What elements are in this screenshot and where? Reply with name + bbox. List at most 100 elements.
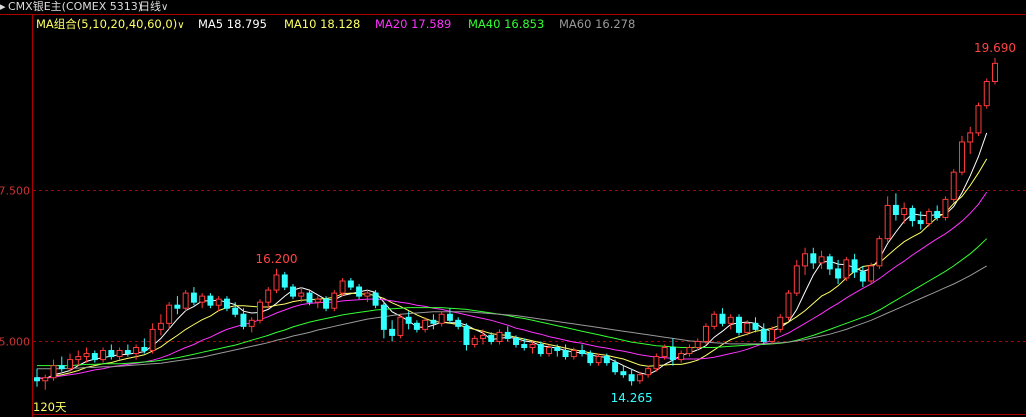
candle <box>843 256 850 281</box>
candle <box>273 268 280 294</box>
candle <box>455 317 462 330</box>
candle <box>207 293 214 309</box>
candle <box>182 290 189 312</box>
candle <box>727 314 734 330</box>
candle <box>347 277 354 291</box>
candle <box>752 317 759 333</box>
candle <box>430 314 437 330</box>
candle <box>678 350 685 363</box>
candle <box>471 335 478 348</box>
candle <box>950 169 957 203</box>
candle <box>719 308 726 327</box>
candle <box>942 196 949 221</box>
candle <box>595 353 602 366</box>
candle <box>166 302 173 330</box>
candle <box>496 329 503 345</box>
candle <box>769 326 775 345</box>
y-tick-label: 7.500 <box>0 185 30 198</box>
candle <box>579 344 586 357</box>
candle <box>356 284 363 300</box>
candle <box>34 368 40 387</box>
candle <box>620 365 627 378</box>
candle <box>793 259 800 297</box>
candle <box>736 314 742 336</box>
range-label: 120天 <box>33 400 67 414</box>
candle <box>810 247 817 269</box>
candle <box>331 290 338 312</box>
candle <box>141 338 148 354</box>
candle <box>785 290 792 321</box>
candle <box>901 202 908 224</box>
candle <box>149 323 156 354</box>
candle <box>818 250 825 269</box>
candle <box>42 374 49 390</box>
candle <box>802 247 809 275</box>
candle <box>190 287 197 306</box>
candlestick-chart[interactable]: 7.500 5.000 19.690 16.200 14.265 120天 <box>0 0 1026 417</box>
candle <box>859 265 866 288</box>
candle <box>199 293 206 309</box>
candle <box>851 253 858 278</box>
candle <box>967 126 974 155</box>
annotation-high: 19.690 <box>974 41 1016 55</box>
candle <box>876 235 883 269</box>
candle <box>372 290 379 309</box>
candle <box>983 78 990 109</box>
candle <box>389 320 396 342</box>
annotation-high: 16.200 <box>256 252 298 266</box>
candle <box>265 287 272 309</box>
y-tick-label: 5.000 <box>0 336 30 349</box>
candle <box>281 271 288 291</box>
candle <box>67 353 74 372</box>
candle <box>826 253 833 275</box>
candle <box>992 57 998 85</box>
candle <box>958 135 965 176</box>
candle <box>562 344 569 360</box>
candles <box>34 57 998 390</box>
candle <box>653 353 660 372</box>
candle <box>760 323 767 345</box>
candle <box>438 311 445 327</box>
candle <box>50 359 57 381</box>
candle <box>702 323 709 345</box>
candle <box>91 350 98 363</box>
candle <box>257 299 263 324</box>
candle <box>777 314 784 333</box>
candle <box>463 323 470 351</box>
candle <box>75 350 82 366</box>
candle <box>58 356 65 372</box>
ma-line-ma40 <box>37 238 988 367</box>
candle <box>504 326 511 342</box>
candle <box>934 205 941 221</box>
candle <box>223 296 230 312</box>
candle <box>339 277 346 297</box>
annotation-low: 14.265 <box>611 391 653 405</box>
candle <box>909 205 916 227</box>
candle <box>892 193 899 221</box>
price-annotations: 19.690 16.200 14.265 <box>256 41 1017 405</box>
candle <box>248 317 255 333</box>
candle <box>174 296 181 315</box>
candle <box>413 320 420 333</box>
candle <box>884 196 891 242</box>
candle <box>686 344 693 357</box>
candle <box>290 284 296 300</box>
candle <box>83 347 90 363</box>
candle <box>116 347 123 360</box>
candle <box>645 365 652 378</box>
candle <box>380 302 387 339</box>
candle <box>100 347 107 363</box>
candle <box>215 296 222 312</box>
candle <box>711 311 718 330</box>
candle <box>364 290 371 303</box>
candle <box>628 368 635 386</box>
candle <box>537 341 544 357</box>
candle <box>314 296 321 309</box>
candle <box>397 314 404 339</box>
candle <box>917 211 924 230</box>
candle <box>925 208 932 227</box>
candle <box>157 314 164 336</box>
candle <box>108 344 115 360</box>
ma-line-ma20 <box>36 191 988 379</box>
candle <box>868 262 875 285</box>
